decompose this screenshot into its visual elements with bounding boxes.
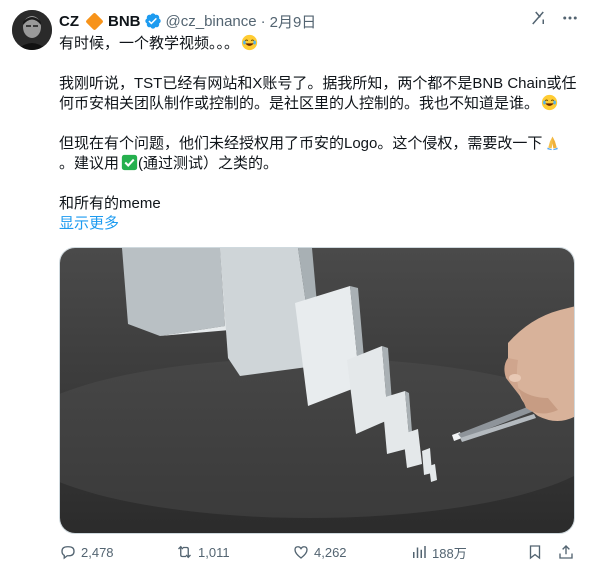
bookmark-icon <box>529 545 541 560</box>
views-count: 188万 <box>432 545 467 561</box>
reply-count: 2,478 <box>81 544 114 560</box>
tweet-media-video[interactable] <box>59 247 575 534</box>
check-mark-emoji-icon <box>121 154 138 171</box>
reply-button[interactable]: 2,478 <box>59 543 114 561</box>
text-line: 有时候，一个教学视频。。。 <box>59 34 583 54</box>
reply-icon <box>61 546 75 560</box>
verified-badge-icon[interactable] <box>144 12 162 30</box>
text-p3-line2b: (通过测试）之类的。 <box>138 155 279 172</box>
views-icon <box>413 546 426 558</box>
text-p3-line2a: 。建议用 <box>59 155 120 172</box>
views-button[interactable]: 188万 <box>410 543 467 562</box>
text-p3-line1: 但现在有个问题，他们未经授权用了币安的Logo。这个侵权，需要改一下 <box>59 135 543 152</box>
text-line: 何币安相关团队制作或控制的。是社区里的人控制的。我也不知道是谁。 <box>59 94 583 114</box>
show-more-link[interactable]: 显示更多 <box>59 214 119 234</box>
text-p2-line2: 何币安相关团队制作或控制的。是社区里的人控制的。我也不知道是谁。 <box>59 95 540 112</box>
text-line: 。建议用 (通过测试）之类的。 <box>59 154 583 174</box>
like-count: 4,262 <box>314 544 347 560</box>
laughing-emoji-icon <box>541 94 558 111</box>
retweet-button[interactable]: 1,011 <box>175 543 230 561</box>
tweet-date[interactable]: 2月9日 <box>270 11 317 32</box>
like-icon <box>294 546 308 559</box>
author-name[interactable]: CZ <box>59 13 79 30</box>
tweet-actions: 2,478 1,011 4,262 188万 <box>59 540 579 564</box>
author-handle[interactable]: @cz_binance <box>166 13 257 30</box>
text-p1: 有时候，一个教学视频。。。 <box>59 35 240 52</box>
avatar[interactable] <box>12 10 52 50</box>
tweet-card[interactable]: CZ BNB @cz_binance · 2月9日 有时候，一个教学视频。。。 … <box>0 0 591 577</box>
top-actions <box>529 9 579 27</box>
retweet-count: 1,011 <box>198 544 230 560</box>
share-icon <box>559 545 573 559</box>
header-separator: · <box>260 12 266 30</box>
like-button[interactable]: 4,262 <box>292 543 347 561</box>
grok-icon[interactable] <box>529 9 547 27</box>
tweet-text: 有时候，一个教学视频。。。 我刚听说，TST已经有网站和X账号了。据我所知，两个… <box>59 34 583 234</box>
text-line: 我刚听说，TST已经有网站和X账号了。据我所知，两个都不是BNB Chain或任 <box>59 75 577 92</box>
share-button[interactable] <box>557 543 575 561</box>
praying-hands-emoji-icon <box>544 134 561 151</box>
laughing-emoji-icon <box>241 34 258 51</box>
bookmark-button[interactable] <box>526 543 544 561</box>
text-line: 和所有的meme <box>59 195 161 212</box>
bnb-diamond-icon <box>85 11 104 31</box>
more-icon[interactable] <box>561 9 579 27</box>
text-line: 但现在有个问题，他们未经授权用了币安的Logo。这个侵权，需要改一下 <box>59 134 583 154</box>
tweet-header: CZ BNB @cz_binance · 2月9日 <box>59 11 316 31</box>
author-affiliation[interactable]: BNB <box>108 13 141 30</box>
retweet-icon <box>178 545 191 559</box>
